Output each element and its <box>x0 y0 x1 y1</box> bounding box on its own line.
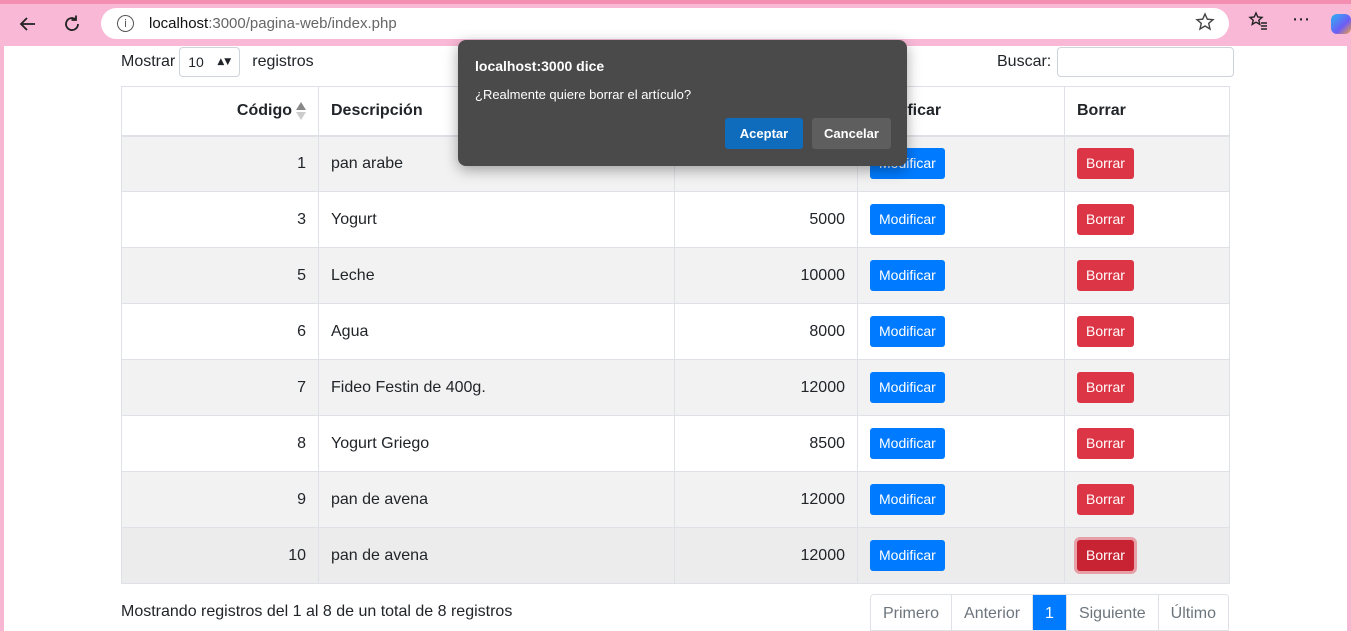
tab-strip-edge <box>0 0 1351 4</box>
cell-descripcion: Leche <box>318 247 675 304</box>
table-info: Mostrando registros del 1 al 8 de un tot… <box>121 603 513 620</box>
table-row: 3 Yogurt 5000 Modificar Borrar <box>121 191 1230 248</box>
delete-button[interactable]: Borrar <box>1077 540 1134 571</box>
cell-borrar: Borrar <box>1064 191 1230 248</box>
modify-button[interactable]: Modificar <box>870 204 945 235</box>
delete-button[interactable]: Borrar <box>1077 428 1134 459</box>
dialog-title: localhost:3000 dice <box>475 58 605 74</box>
cell-modificar: Modificar <box>857 527 1065 584</box>
favorites-icon[interactable] <box>1248 11 1268 36</box>
cancel-button[interactable]: Cancelar <box>812 118 891 149</box>
cell-precio: 12000 <box>674 527 858 584</box>
cell-codigo: 3 <box>121 191 319 248</box>
modify-button[interactable]: Modificar <box>870 260 945 291</box>
table-row: 10 pan de avena 12000 Modificar Borrar <box>121 527 1230 584</box>
cell-borrar: Borrar <box>1064 415 1230 472</box>
table-row: 7 Fideo Festin de 400g. 12000 Modificar Borr… <box>121 359 1230 416</box>
modify-button[interactable]: Modificar <box>870 316 945 347</box>
cell-descripcion: Yogurt Griego <box>318 415 675 472</box>
cell-modificar: Modificar <box>857 303 1065 360</box>
back-arrow-icon[interactable] <box>13 9 43 39</box>
cell-borrar: Borrar <box>1064 471 1230 528</box>
url-text: localhost:3000/pagina-web/index.php <box>149 15 397 32</box>
modify-button[interactable]: Modificar <box>870 372 945 403</box>
header-borrar: Borrar <box>1064 86 1230 137</box>
table-row: 9 pan de avena 12000 Modificar Borrar <box>121 471 1230 528</box>
cell-codigo: 8 <box>121 415 319 472</box>
cell-codigo: 10 <box>121 527 319 584</box>
search-input[interactable] <box>1057 47 1235 77</box>
dialog-message: ¿Realmente quiere borrar el artículo? <box>475 87 692 102</box>
page-previous[interactable]: Anterior <box>952 595 1034 630</box>
chevron-updown-icon: ▲▼ <box>217 57 232 67</box>
cell-borrar: Borrar <box>1064 135 1230 192</box>
more-icon[interactable]: ⋯ <box>1292 9 1310 30</box>
cell-borrar: Borrar <box>1064 359 1230 416</box>
cell-modificar: Modificar <box>857 359 1065 416</box>
cell-descripcion: Fideo Festin de 400g. <box>318 359 675 416</box>
accept-button[interactable]: Aceptar <box>725 118 803 149</box>
page-first[interactable]: Primero <box>871 595 953 630</box>
search-control: Buscar: <box>997 47 1235 77</box>
cell-borrar: Borrar <box>1064 303 1230 360</box>
cell-codigo: 6 <box>121 303 319 360</box>
table-row: 8 Yogurt Griego 8500 Modificar Borrar <box>121 415 1230 472</box>
copilot-icon[interactable] <box>1331 14 1351 34</box>
cell-codigo: 5 <box>121 247 319 304</box>
cell-codigo: 7 <box>121 359 319 416</box>
table-row: 6 Agua 8000 Modificar Borrar <box>121 303 1230 360</box>
cell-modificar: Modificar <box>857 415 1065 472</box>
delete-button[interactable]: Borrar <box>1077 260 1134 291</box>
delete-button[interactable]: Borrar <box>1077 484 1134 515</box>
cell-precio: 12000 <box>674 359 858 416</box>
cell-descripcion: pan de avena <box>318 527 675 584</box>
modify-button[interactable]: Modificar <box>870 484 945 515</box>
show-label: Mostrar <box>121 53 176 70</box>
delete-button[interactable]: Borrar <box>1077 372 1134 403</box>
cell-modificar: Modificar <box>857 191 1065 248</box>
cell-precio: 5000 <box>674 191 858 248</box>
header-codigo[interactable]: Código <box>121 86 319 137</box>
cell-precio: 12000 <box>674 471 858 528</box>
page-length-select[interactable]: 10 ▲▼ <box>179 47 241 77</box>
page-1[interactable]: 1 <box>1033 595 1067 630</box>
pagination: Primero Anterior 1 Siguiente Último <box>870 594 1230 631</box>
cell-descripcion: Agua <box>318 303 675 360</box>
page-length-control: Mostrar 10 ▲▼ registros <box>121 47 314 77</box>
cell-precio: 8000 <box>674 303 858 360</box>
delete-button[interactable]: Borrar <box>1077 204 1134 235</box>
delete-button[interactable]: Borrar <box>1077 316 1134 347</box>
star-icon[interactable] <box>1195 12 1215 38</box>
page-length-value: 10 <box>188 54 204 70</box>
confirm-dialog: localhost:3000 dice ¿Realmente quiere bo… <box>458 40 907 166</box>
sort-icon <box>296 101 306 120</box>
info-icon[interactable]: i <box>117 15 134 32</box>
cell-codigo: 9 <box>121 471 319 528</box>
cell-borrar: Borrar <box>1064 247 1230 304</box>
cell-descripcion: pan de avena <box>318 471 675 528</box>
modify-button[interactable]: Modificar <box>870 540 945 571</box>
search-label: Buscar: <box>997 53 1052 70</box>
cell-modificar: Modificar <box>857 471 1065 528</box>
page-next[interactable]: Siguiente <box>1066 595 1159 630</box>
cell-codigo: 1 <box>121 135 319 192</box>
cell-descripcion: Yogurt <box>318 191 675 248</box>
reload-icon[interactable] <box>57 9 87 39</box>
modify-button[interactable]: Modificar <box>870 428 945 459</box>
page-last[interactable]: Último <box>1158 595 1229 630</box>
cell-borrar: Borrar <box>1064 527 1230 584</box>
table-row: 5 Leche 10000 Modificar Borrar <box>121 247 1230 304</box>
records-label: registros <box>252 53 314 70</box>
address-bar[interactable]: i localhost:3000/pagina-web/index.php <box>101 8 1229 39</box>
cell-precio: 8500 <box>674 415 858 472</box>
cell-modificar: Modificar <box>857 247 1065 304</box>
cell-precio: 10000 <box>674 247 858 304</box>
delete-button[interactable]: Borrar <box>1077 148 1134 180</box>
